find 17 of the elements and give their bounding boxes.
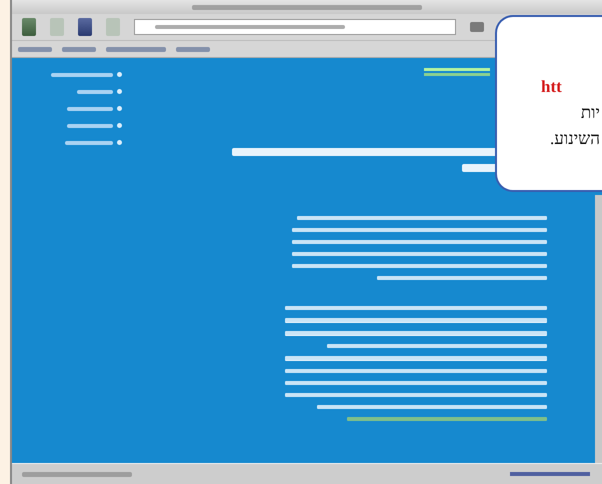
url-text: htt xyxy=(540,77,563,97)
blurred-nav-link-drawing[interactable] xyxy=(65,140,122,145)
blurred-nav-link-drawing[interactable] xyxy=(77,89,122,94)
bookmark-link-drawing[interactable] xyxy=(18,46,52,52)
blurred-nav-link-drawing[interactable] xyxy=(67,123,122,128)
address-field[interactable] xyxy=(134,19,456,35)
callout-text: יות xyxy=(580,103,601,123)
toolbar-button-icon[interactable] xyxy=(22,18,36,36)
callout-text: השינוע. xyxy=(548,129,601,149)
scrollbar[interactable] xyxy=(595,195,602,463)
bookmark-link-drawing[interactable] xyxy=(176,46,210,52)
bookmark-link-drawing[interactable] xyxy=(62,46,96,52)
blurred-nav-link-drawing[interactable] xyxy=(67,106,122,111)
toolbar-button-icon[interactable] xyxy=(78,18,92,36)
bookmark-link-drawing[interactable] xyxy=(106,46,166,52)
blurred-nav-link-drawing[interactable] xyxy=(51,72,122,77)
blurred-header-link-drawing[interactable] xyxy=(424,68,490,76)
